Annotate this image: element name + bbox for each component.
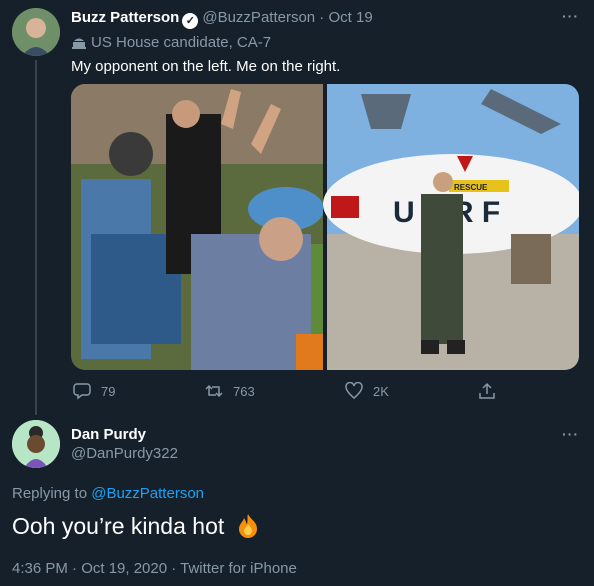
candidate-label-text: US House candidate, CA-7 <box>91 34 272 51</box>
rescue-sign: RESCUE <box>454 183 488 192</box>
verified-badge-icon: ✓ <box>182 13 199 29</box>
author-name[interactable]: Buzz Patterson <box>71 9 179 26</box>
author-handle[interactable]: @BuzzPatterson <box>202 9 315 26</box>
tweet-media[interactable]: RESCUE U AIR F <box>71 84 579 370</box>
replying-to: Replying to @BuzzPatterson <box>12 485 204 502</box>
left-photo[interactable] <box>71 84 324 370</box>
replying-to-prefix: Replying to <box>12 485 88 502</box>
like-action[interactable]: 2K <box>345 382 389 400</box>
share-action[interactable] <box>478 382 496 400</box>
replying-to-link[interactable]: @BuzzPatterson <box>91 485 204 502</box>
reply-action[interactable]: 79 <box>73 382 115 400</box>
reply-text: Ooh you’re kinda hot <box>12 512 261 540</box>
reply-count: 79 <box>101 383 116 399</box>
candidate-label: US House candidate, CA-7 <box>71 34 271 51</box>
like-count: 2K <box>373 383 389 399</box>
government-building-icon <box>72 38 86 49</box>
fire-emoji-icon <box>238 514 257 538</box>
avatar[interactable] <box>12 8 60 56</box>
retweet-action[interactable]: 763 <box>205 382 255 400</box>
more-options-icon[interactable]: ··· <box>562 426 579 442</box>
right-photo[interactable]: RESCUE U AIR F <box>323 84 579 370</box>
retweet-count: 763 <box>233 383 255 399</box>
reply-author-handle[interactable]: @DanPurdy322 <box>71 445 178 462</box>
reply-text-content: Ooh you’re kinda hot <box>12 513 225 539</box>
reply-icon <box>73 383 91 400</box>
retweet-icon <box>205 384 223 398</box>
heart-icon <box>345 382 363 399</box>
avatar[interactable] <box>12 420 60 468</box>
reply-author-name[interactable]: Dan Purdy <box>71 426 146 443</box>
tweet-header: Buzz Patterson ✓ @BuzzPatterson · Oct 19 <box>71 9 373 29</box>
more-options-icon[interactable]: ··· <box>562 8 579 24</box>
reply-timestamp[interactable]: 4:36 PM · Oct 19, 2020 · Twitter for iPh… <box>12 560 297 577</box>
thread-line <box>35 60 37 415</box>
tweet-date[interactable]: Oct 19 <box>328 9 372 26</box>
tweet-text: My opponent on the left. Me on the right… <box>71 58 341 75</box>
share-icon <box>479 382 495 399</box>
